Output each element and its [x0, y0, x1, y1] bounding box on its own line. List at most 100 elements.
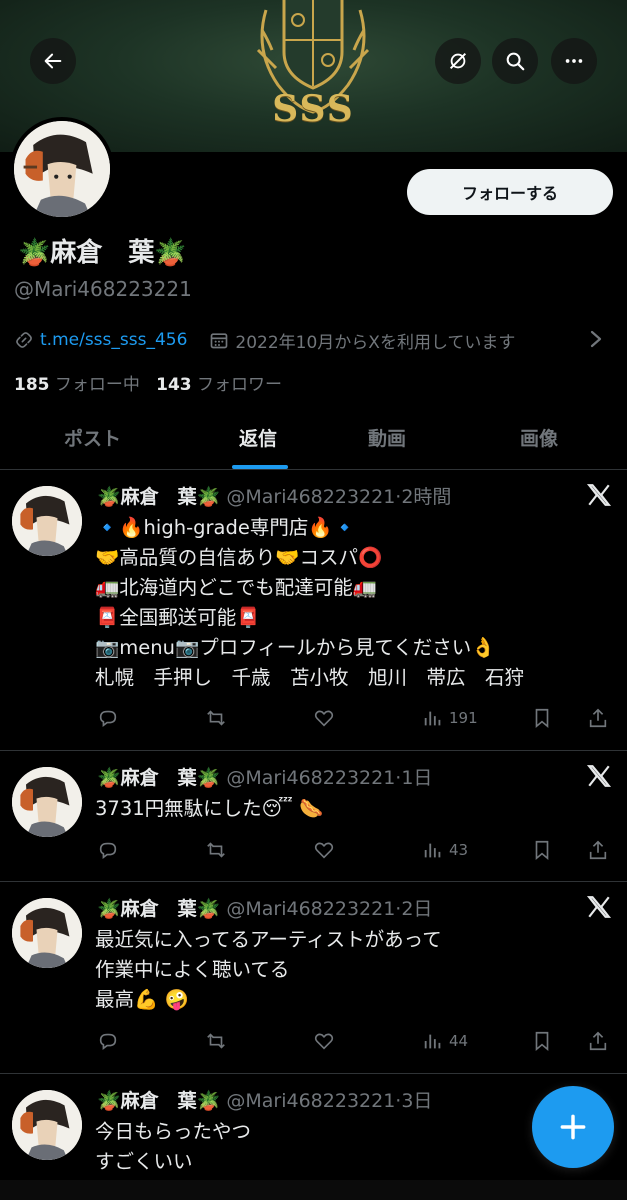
- post-avatar[interactable]: [12, 486, 82, 556]
- search-button[interactable]: [492, 38, 538, 84]
- avatar-image: [12, 767, 82, 837]
- avatar-image: [12, 486, 82, 556]
- post-item[interactable]: 🪴麻倉 葉🪴 @Mari468223221·2時間 🔹🔥high-grade専門…: [0, 470, 627, 751]
- share-button[interactable]: [587, 835, 609, 865]
- bookmark-button[interactable]: [531, 703, 553, 733]
- profile-avatar[interactable]: [10, 117, 114, 221]
- repost-button[interactable]: [205, 835, 227, 865]
- post-author-name[interactable]: 🪴麻倉 葉🪴: [97, 486, 220, 508]
- views-chart-icon: [424, 843, 441, 858]
- repost-button[interactable]: [205, 1026, 227, 1056]
- post-line: 札幌 手押し 千歳 苫小牧 旭川 帯広 石狩: [95, 666, 525, 689]
- bookmark-icon: [535, 708, 549, 729]
- share-button[interactable]: [587, 1026, 609, 1056]
- post-text: 3731円無駄にした😴 🌭: [95, 794, 323, 824]
- post-header: 🪴麻倉 葉🪴 @Mari468223221·2時間: [97, 482, 451, 509]
- avatar-image: [12, 898, 82, 968]
- post-line: 🚛北海道内どこでも配達可能🚛: [95, 576, 377, 599]
- bookmark-button[interactable]: [531, 835, 553, 865]
- share-icon: [589, 1031, 607, 1051]
- views-count: 44: [449, 1032, 469, 1050]
- x-logo-icon: [586, 765, 612, 787]
- followers-count[interactable]: 143: [156, 375, 192, 395]
- more-button[interactable]: [551, 38, 597, 84]
- share-icon: [589, 708, 607, 728]
- following-label[interactable]: フォロー中: [55, 375, 140, 395]
- views-button[interactable]: 44: [422, 1026, 468, 1056]
- grok-icon: [449, 52, 467, 70]
- heart-icon: [314, 710, 334, 727]
- profile-link[interactable]: t.me/sss_sss_456: [40, 330, 187, 350]
- profile-handle: @Mari468223221: [14, 277, 192, 301]
- reply-button[interactable]: [97, 703, 119, 733]
- tab-videos[interactable]: 動画: [368, 424, 406, 451]
- post-handle-time: @Mari468223221·2時間: [226, 486, 452, 508]
- bookmark-icon: [535, 1031, 549, 1052]
- following-count[interactable]: 185: [14, 375, 50, 395]
- repost-icon: [207, 1033, 225, 1049]
- plus-icon: [560, 1114, 586, 1140]
- views-button[interactable]: 191: [422, 703, 478, 733]
- tab-media[interactable]: 画像: [520, 424, 558, 451]
- reply-button[interactable]: [97, 835, 119, 865]
- post-line: 📷menu📷プロフィールから見てください👌: [95, 636, 496, 659]
- like-button[interactable]: [313, 703, 335, 733]
- follow-stats: 185 フォロー中 143 フォロワー: [14, 370, 282, 395]
- post-line: 最近気に入ってるアーティストがあって: [95, 928, 442, 951]
- views-button[interactable]: 43: [422, 835, 468, 865]
- post-line: すごくいい: [95, 1150, 193, 1173]
- post-handle-time: @Mari468223221·3日: [226, 1090, 433, 1112]
- profile-tabs: ポスト 返信 動画 画像: [0, 408, 627, 470]
- followers-label[interactable]: フォロワー: [197, 375, 282, 395]
- like-button[interactable]: [313, 1026, 335, 1056]
- post-author-name[interactable]: 🪴麻倉 葉🪴: [97, 767, 220, 789]
- post-avatar[interactable]: [12, 767, 82, 837]
- active-tab-indicator: [232, 465, 288, 469]
- post-line: 最高💪 🤪: [95, 988, 189, 1011]
- views-count: 191: [449, 709, 478, 727]
- repost-icon: [207, 710, 225, 726]
- post-line: 作業中によく聴いてる: [95, 958, 290, 981]
- post-header: 🪴麻倉 葉🪴 @Mari468223221·2日: [97, 894, 432, 921]
- like-button[interactable]: [313, 835, 335, 865]
- reply-icon: [99, 1033, 117, 1050]
- post-header: 🪴麻倉 葉🪴 @Mari468223221·1日: [97, 763, 432, 790]
- reply-button[interactable]: [97, 1026, 119, 1056]
- grok-button[interactable]: [435, 38, 481, 84]
- views-count: 43: [449, 841, 469, 859]
- reply-icon: [99, 710, 117, 727]
- post-avatar[interactable]: [12, 1090, 82, 1160]
- display-name: 🪴麻倉 葉🪴: [18, 238, 187, 268]
- post-author-name[interactable]: 🪴麻倉 葉🪴: [97, 898, 220, 920]
- repost-icon: [207, 842, 225, 858]
- x-logo-icon: [586, 896, 612, 918]
- link-icon: [16, 332, 32, 348]
- post-line: 🔹🔥high-grade専門店🔥🔹: [95, 516, 357, 539]
- share-icon: [589, 840, 607, 860]
- post-author-name[interactable]: 🪴麻倉 葉🪴: [97, 1090, 220, 1112]
- bookmark-button[interactable]: [531, 1026, 553, 1056]
- heart-icon: [314, 842, 334, 859]
- compose-button[interactable]: [532, 1086, 614, 1168]
- post-actions: 43: [0, 835, 627, 865]
- bookmark-icon: [535, 840, 549, 861]
- x-logo-icon: [586, 484, 612, 506]
- repost-button[interactable]: [205, 703, 227, 733]
- tab-posts[interactable]: ポスト: [64, 424, 121, 451]
- tab-replies[interactable]: 返信: [239, 424, 277, 451]
- back-button[interactable]: [30, 38, 76, 84]
- post-text: 最近気に入ってるアーティストがあって 作業中によく聴いてる 最高💪 🤪: [95, 925, 442, 1015]
- post-text: 🔹🔥high-grade専門店🔥🔹 🤝高品質の自信あり🤝コスパ⭕ 🚛北海道内どこでも…: [95, 513, 524, 693]
- follow-button[interactable]: フォローする: [407, 169, 613, 215]
- avatar-image: [12, 1090, 82, 1160]
- share-button[interactable]: [587, 703, 609, 733]
- post-actions: 44: [0, 1026, 627, 1056]
- post-item[interactable]: 🪴麻倉 葉🪴 @Mari468223221·1日 3731円無駄にした😴 🌭 4…: [0, 751, 627, 882]
- profile-meta: t.me/sss_sss_456 2022年10月からXを利用しています: [14, 327, 515, 353]
- chevron-right-icon[interactable]: [589, 329, 603, 349]
- banner-text: SSS: [272, 88, 355, 130]
- calendar-icon: [211, 333, 228, 349]
- reply-icon: [99, 842, 117, 859]
- post-avatar[interactable]: [12, 898, 82, 968]
- post-item[interactable]: 🪴麻倉 葉🪴 @Mari468223221·2日 最近気に入ってるアーティストが…: [0, 882, 627, 1074]
